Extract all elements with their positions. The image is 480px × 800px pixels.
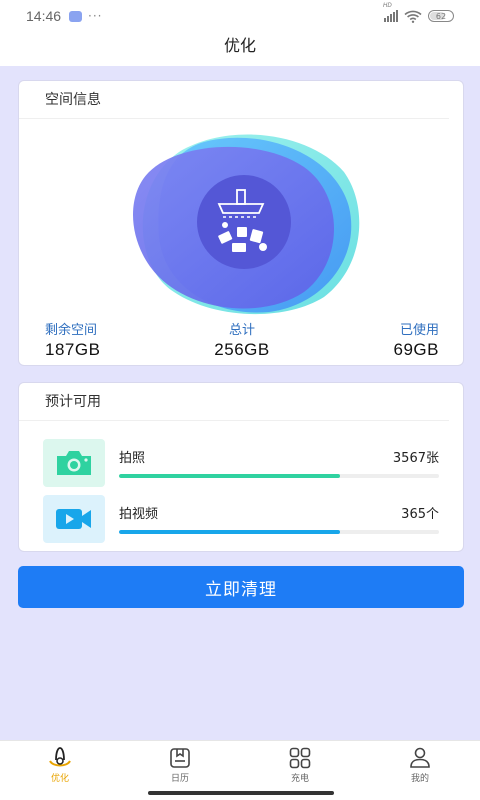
- optimize-icon: [49, 747, 71, 767]
- status-time: 14:46: [26, 8, 62, 24]
- storage-stats: 剩余空间 187GB 总计 256GB 已使用 69GB: [19, 319, 465, 363]
- video-label: 拍视频: [119, 507, 159, 522]
- used-space-stat: 已使用 69GB: [394, 319, 439, 360]
- video-progress-fill: [119, 530, 340, 534]
- video-camera-icon: [43, 495, 105, 543]
- space-info-card: 空间信息 剩余空间 187GB 总计 256GB 已使用 69GB: [18, 80, 464, 366]
- video-count: 365个: [401, 507, 439, 522]
- battery-level: 62: [435, 11, 447, 21]
- cleaning-blob-icon: [132, 134, 360, 315]
- photo-progress-fill: [119, 474, 340, 478]
- calendar-icon: [170, 748, 190, 768]
- storage-illustration: [119, 127, 369, 317]
- tab-optimize[interactable]: 优化: [0, 741, 120, 800]
- used-space-label: 已使用: [399, 323, 439, 338]
- photo-estimate-row: 拍照 3567张: [43, 439, 439, 487]
- camera-icon: [43, 439, 105, 487]
- video-progress-track: [119, 530, 439, 534]
- wifi-icon: [404, 10, 422, 23]
- video-estimate-row: 拍视频 365个: [43, 495, 439, 543]
- tab-calendar-label: 日历: [170, 774, 189, 784]
- tab-charge-label: 充电: [290, 774, 309, 784]
- battery-icon: 62: [428, 10, 454, 22]
- main-content: 空间信息 剩余空间 187GB 总计 256GB 已使用 69GB 预计可用 拍…: [0, 66, 480, 740]
- photo-label: 拍照: [119, 451, 146, 466]
- status-indicators: HD 62: [383, 3, 454, 23]
- tab-profile-label: 我的: [410, 774, 429, 784]
- estimate-title: 预计可用: [19, 383, 449, 421]
- clean-now-button[interactable]: 立即清理: [18, 566, 464, 608]
- photo-progress-track: [119, 474, 439, 478]
- tab-optimize-label: 优化: [50, 774, 69, 784]
- home-indicator[interactable]: [148, 791, 334, 795]
- used-space-value: 69GB: [393, 340, 439, 359]
- status-bar: 14:46 ··· HD 62: [0, 0, 480, 32]
- photo-count: 3567张: [392, 451, 439, 466]
- estimate-card: 预计可用 拍照 3567张 拍视频 365个: [18, 382, 464, 552]
- tab-profile[interactable]: 我的: [360, 741, 480, 800]
- more-notifications-icon: ···: [88, 9, 103, 23]
- charge-grid-icon: [289, 747, 311, 769]
- page-title: 优化: [0, 32, 480, 66]
- message-notification-icon: [69, 10, 83, 22]
- profile-icon: [410, 747, 430, 768]
- cellular-signal-icon: HD: [383, 3, 398, 22]
- space-info-title: 空间信息: [19, 81, 449, 119]
